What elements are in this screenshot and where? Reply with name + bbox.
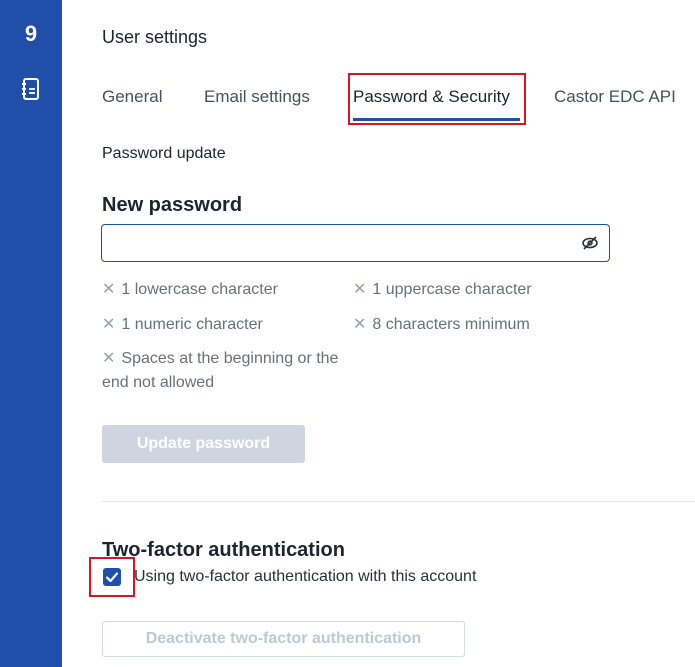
two-factor-checkbox-label[interactable]: Using two-factor authentication with thi… [134,568,476,586]
update-password-button[interactable]: Update password [102,425,305,463]
new-password-field[interactable] [101,224,610,262]
requirement-lowercase: ✕ 1 lowercase character [102,281,278,298]
requirement-no-spaces: ✕ Spaces at the beginning or the end not … [102,350,339,391]
x-icon: ✕ [102,316,116,333]
main-content: User settings General Email settings Pas… [62,0,695,667]
tab-general[interactable]: General [102,87,162,107]
eye-slash-icon[interactable] [581,235,599,251]
tab-email-settings[interactable]: Email settings [204,87,310,107]
deactivate-two-factor-button[interactable]: Deactivate two-factor authentication [102,621,465,657]
notebook-icon[interactable] [21,78,41,100]
app-logo[interactable]: 9 [20,23,42,45]
requirement-min-length: ✕ 8 characters minimum [353,316,530,333]
two-factor-heading: Two-factor authentication [102,539,345,561]
x-icon: ✕ [102,281,116,298]
tab-castor-edc-api[interactable]: Castor EDC API [554,87,676,107]
page-title: User settings [102,27,208,47]
requirement-numeric: ✕ 1 numeric character [102,316,263,333]
password-update-label: Password update [102,145,226,162]
checkbox-highlight-box [89,557,135,597]
requirement-uppercase: ✕ 1 uppercase character [353,281,532,298]
section-divider [102,501,695,502]
sidebar: 9 [0,0,62,667]
x-icon: ✕ [353,316,367,333]
x-icon: ✕ [353,281,367,298]
tab-highlight-box [348,73,526,125]
new-password-heading: New password [102,194,243,216]
x-icon: ✕ [102,350,116,367]
